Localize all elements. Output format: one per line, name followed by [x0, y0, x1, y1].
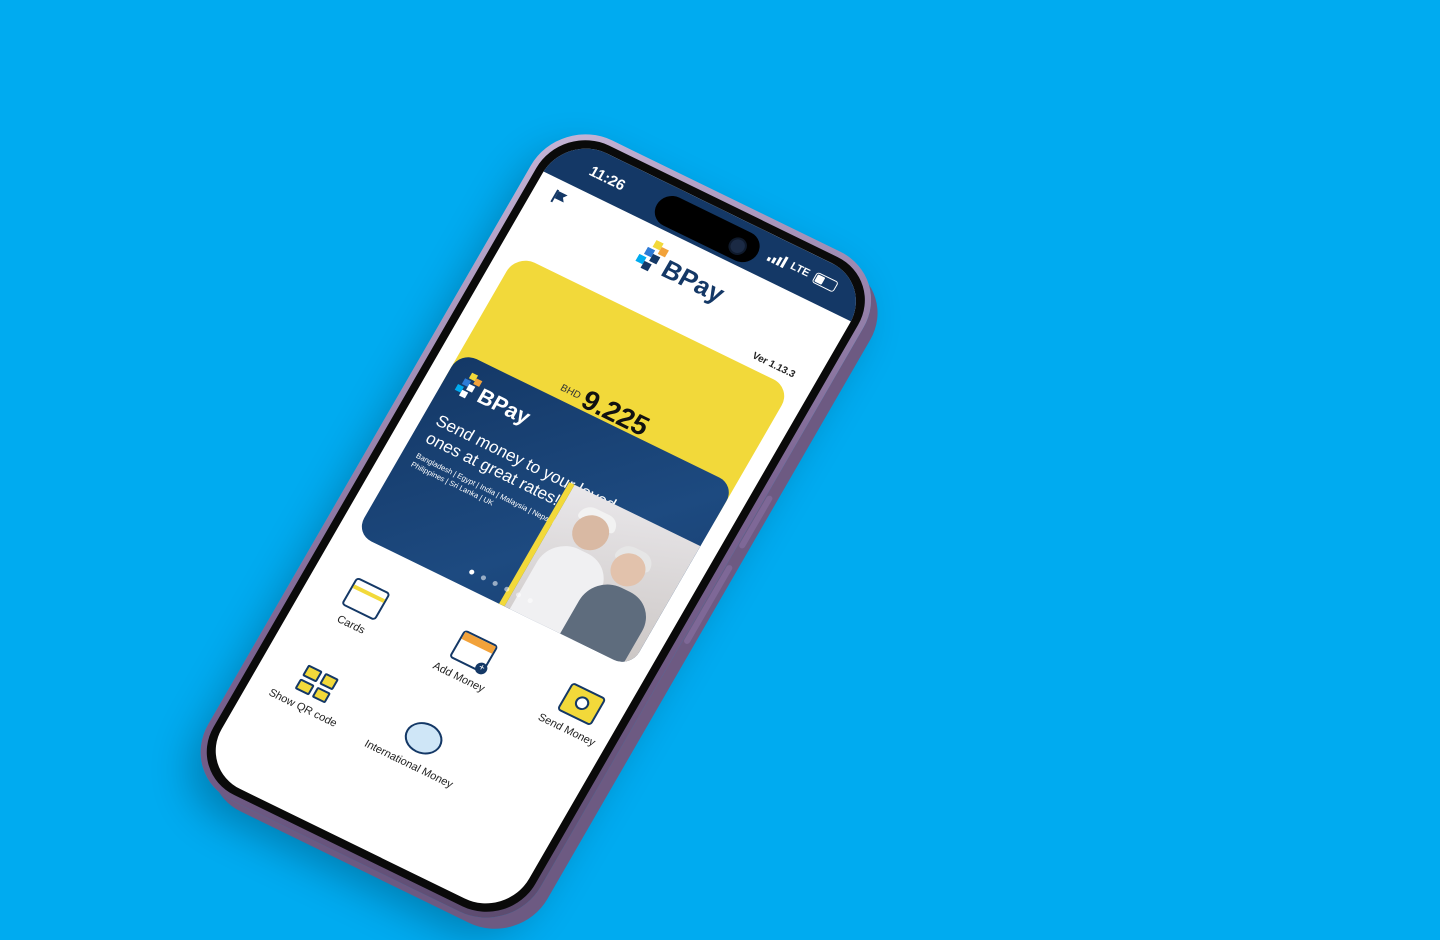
add-money-button[interactable]: Add Money: [411, 616, 527, 705]
phone-device: 11:26 LTE BPay Ver 1.13.3 BHD9.225 BPay …: [179, 115, 893, 937]
show-qr-button[interactable]: Show QR code: [255, 650, 369, 736]
carousel-dot[interactable]: [479, 574, 487, 582]
network-label: LTE: [788, 260, 813, 280]
signal-icon: [766, 250, 789, 269]
brand-name: BPay: [656, 253, 730, 309]
carousel-dot[interactable]: [491, 580, 499, 587]
cards-label: Cards: [334, 613, 368, 637]
flag-icon[interactable]: [549, 189, 569, 207]
international-money-button[interactable]: International Money: [361, 702, 477, 791]
banner-brand: BPay: [473, 383, 536, 430]
currency-code: BHD: [558, 382, 583, 402]
card-icon: [340, 576, 391, 622]
app-screen: 11:26 LTE BPay Ver 1.13.3 BHD9.225 BPay …: [198, 133, 873, 919]
send-money-icon: [556, 681, 607, 727]
wallet-add-icon: [448, 629, 499, 674]
qr-code-icon: [294, 664, 340, 704]
cards-button[interactable]: Cards: [303, 563, 419, 652]
camera-icon: [725, 234, 751, 258]
globe-icon: [398, 716, 449, 761]
battery-icon: [811, 271, 839, 293]
status-time: 11:26: [585, 162, 629, 195]
carousel-dot[interactable]: [503, 585, 511, 593]
carousel-dot[interactable]: [468, 568, 476, 576]
